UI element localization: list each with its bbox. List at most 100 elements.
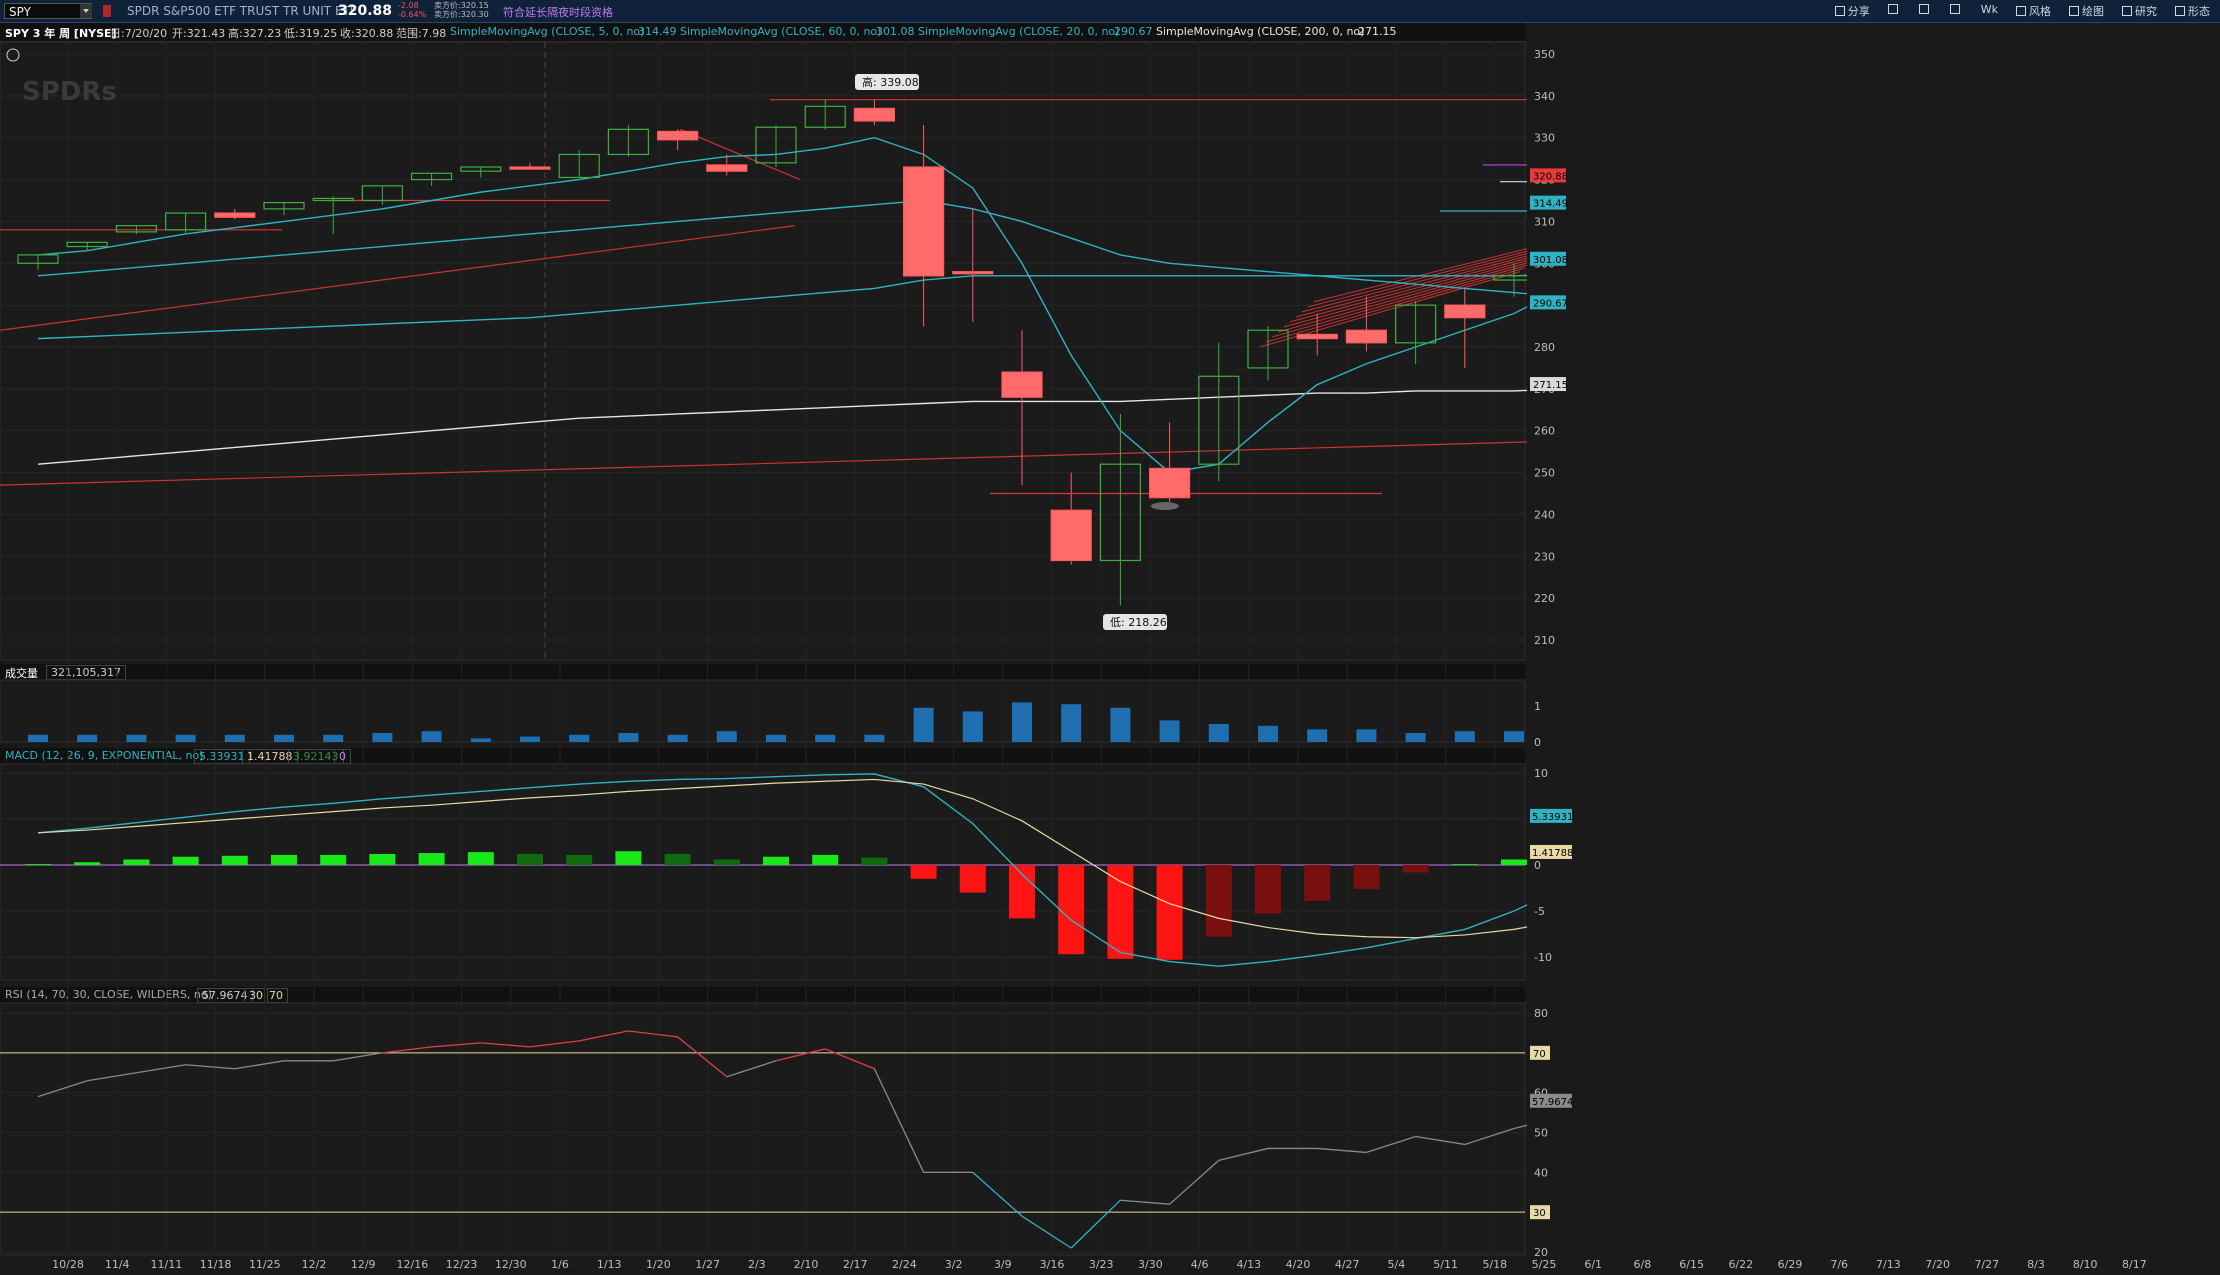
rsi-axis-label: 80 xyxy=(1534,1007,1548,1020)
date-label: 12/23 xyxy=(446,1258,478,1271)
candle-body xyxy=(656,130,699,141)
marker-ellipse xyxy=(1151,502,1179,511)
macd-histogram-bar xyxy=(467,852,494,865)
date-label: 8/3 xyxy=(2027,1258,2045,1271)
date-label: 8/10 xyxy=(2073,1258,2098,1271)
date-label: 1/13 xyxy=(597,1258,622,1271)
volume-bar xyxy=(1012,702,1032,742)
date-label: 7/27 xyxy=(1974,1258,1999,1271)
macd-histogram-bar xyxy=(959,865,986,893)
price-axis-label: 230 xyxy=(1534,550,1555,563)
macd-axis-label: 0 xyxy=(1534,859,1541,872)
volume-bar xyxy=(913,707,934,742)
volume-bar xyxy=(962,711,983,742)
chart-canvas[interactable]: SPDRs 3503403303203103002902802702602502… xyxy=(0,0,2220,1275)
volume-bar xyxy=(470,738,491,742)
date-label: 5/11 xyxy=(1433,1258,1458,1271)
date-label: 3/30 xyxy=(1138,1258,1163,1271)
date-label: 4/27 xyxy=(1335,1258,1360,1271)
macd-histogram-bar xyxy=(1353,865,1380,889)
low-callout: 低: 218.26 xyxy=(1110,616,1167,629)
macd-axis-label: 10 xyxy=(1534,767,1548,780)
volume-axis-label: 0 xyxy=(1534,736,1541,749)
volume-bar xyxy=(1405,733,1426,742)
macd-tag-text: 5.33931 xyxy=(1532,812,1573,823)
macd-histogram-bar xyxy=(271,854,297,865)
spdr-watermark: SPDRs xyxy=(22,77,117,107)
date-label: 1/6 xyxy=(551,1258,569,1271)
candle-body xyxy=(1001,371,1043,398)
macd-axis-label: -5 xyxy=(1534,905,1545,918)
candle-body xyxy=(952,271,994,275)
macd-histogram-bar xyxy=(763,856,789,865)
volume-bar xyxy=(1061,704,1082,742)
volume-bar xyxy=(28,734,48,742)
macd-histogram-bar xyxy=(812,854,839,865)
volume-bar xyxy=(77,734,98,742)
date-label: 5/25 xyxy=(1532,1258,1557,1271)
date-label: 7/13 xyxy=(1876,1258,1901,1271)
price-axis-label: 330 xyxy=(1534,132,1555,145)
price-axis-label: 210 xyxy=(1534,634,1555,647)
macd-histogram-bar xyxy=(664,853,691,865)
date-label: 4/20 xyxy=(1286,1258,1311,1271)
macd-histogram-bar xyxy=(1205,865,1232,937)
rsi-axis-label: 40 xyxy=(1534,1166,1548,1179)
volume-bar xyxy=(421,731,442,742)
macd-histogram-bar xyxy=(517,853,543,865)
candle-body xyxy=(902,166,945,277)
date-label: 1/20 xyxy=(646,1258,671,1271)
volume-bar xyxy=(815,734,836,742)
volume-bar xyxy=(716,731,737,742)
volume-bar xyxy=(126,734,147,742)
date-label: 8/17 xyxy=(2122,1258,2147,1271)
date-label: 12/30 xyxy=(495,1258,527,1271)
rsi-tag-text: 57.9674 xyxy=(1532,1097,1573,1108)
pane-background xyxy=(0,679,1526,743)
date-label: 5/18 xyxy=(1482,1258,1507,1271)
date-label: 6/15 xyxy=(1679,1258,1704,1271)
macd-histogram-bar xyxy=(418,853,445,865)
price-tag-text: 290.67 xyxy=(1533,298,1568,309)
candle-body xyxy=(1345,329,1388,344)
date-label: 11/18 xyxy=(200,1258,232,1271)
volume-bar xyxy=(1356,729,1377,742)
macd-histogram-bar xyxy=(123,859,150,865)
price-axis-label: 340 xyxy=(1534,90,1555,103)
date-label: 2/10 xyxy=(794,1258,819,1271)
price-tag-text: 314.49 xyxy=(1533,199,1568,210)
date-label: 2/3 xyxy=(748,1258,766,1271)
candle-body xyxy=(1296,333,1338,340)
macd-histogram-bar xyxy=(1156,865,1183,960)
price-axis-label: 220 xyxy=(1534,592,1555,605)
volume-bar xyxy=(224,734,245,742)
candle-body xyxy=(706,164,748,172)
candle-body xyxy=(1050,509,1092,562)
price-tag-text: 271.15 xyxy=(1533,380,1568,391)
macd-histogram-bar xyxy=(1451,864,1478,866)
volume-bar xyxy=(618,733,639,742)
candle-body xyxy=(509,166,551,170)
date-label: 6/29 xyxy=(1778,1258,1803,1271)
price-axis-label: 240 xyxy=(1534,508,1555,521)
macd-histogram-bar xyxy=(1058,865,1085,955)
price-axis-label: 280 xyxy=(1534,341,1555,354)
macd-histogram-bar xyxy=(566,854,593,865)
macd-tag-text: 1.41788 xyxy=(1532,848,1573,859)
high-callout: 高: 339.08 xyxy=(862,75,919,89)
rsi-level-tag-text: 70 xyxy=(1533,1049,1546,1060)
macd-histogram-bar xyxy=(615,851,642,865)
date-label: 4/13 xyxy=(1236,1258,1261,1271)
macd-histogram-bar xyxy=(1009,865,1035,919)
macd-histogram-bar xyxy=(1255,865,1281,914)
rsi-level-tag-text: 30 xyxy=(1533,1208,1546,1219)
macd-histogram-bar xyxy=(713,859,740,865)
date-label: 10/28 xyxy=(52,1258,84,1271)
candle-body xyxy=(1444,304,1486,319)
price-axis-label: 260 xyxy=(1534,425,1555,438)
date-label: 7/6 xyxy=(1830,1258,1848,1271)
volume-bar xyxy=(766,734,786,742)
volume-bar xyxy=(175,734,196,742)
macd-histogram-bar xyxy=(221,855,248,865)
axis-background xyxy=(1527,42,2220,1255)
